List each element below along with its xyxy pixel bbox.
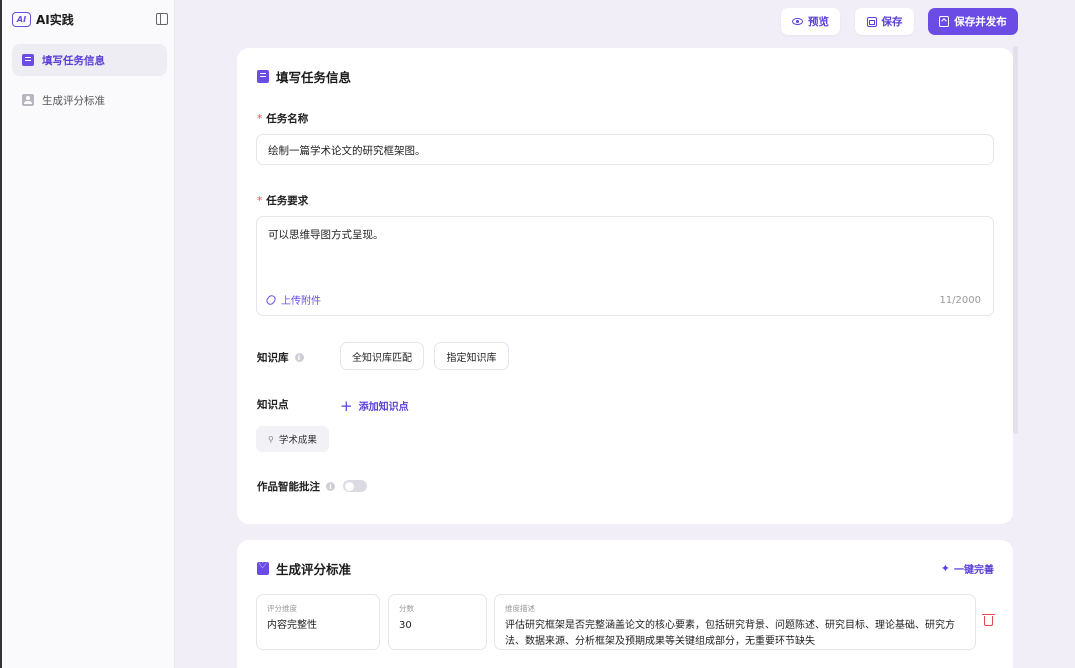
save-icon bbox=[866, 16, 877, 27]
task-name-input[interactable]: 绘制一篇学术论文的研究框架图。 bbox=[256, 134, 994, 165]
task-info-title: 填写任务信息 bbox=[276, 70, 352, 85]
document-icon bbox=[22, 54, 34, 66]
save-publish-button-label: 保存并发布 bbox=[954, 16, 1007, 28]
logo-icon: AI bbox=[12, 11, 31, 27]
task-requirement-textarea[interactable]: 可以思维导图方式呈现。 上传附件 11/2000 bbox=[256, 216, 994, 316]
scrollbar[interactable] bbox=[1013, 46, 1018, 434]
app-title: AI实践 bbox=[36, 12, 74, 27]
node-icon: ⚲ bbox=[268, 434, 274, 444]
score-field[interactable]: 分数 30 bbox=[388, 594, 487, 650]
preview-button[interactable]: 预览 bbox=[781, 8, 840, 35]
sparkle-icon: ✦ bbox=[940, 562, 950, 575]
task-info-card: 填写任务信息 * 任务名称 绘制一篇学术论文的研究框架图。 * 任务要求 可以思维导… bbox=[237, 48, 1013, 524]
publish-icon bbox=[939, 16, 950, 27]
dimension-field[interactable]: 评分维度 内容完整性 bbox=[256, 594, 380, 650]
add-knowledge-point-button[interactable]: + 添加知识点 bbox=[340, 398, 409, 413]
sidebar-item-task-info[interactable]: 填写任务信息 bbox=[12, 44, 167, 76]
kb-option-specified[interactable]: 指定知识库 bbox=[434, 342, 509, 370]
sidebar-item-label: 生成评分标准 bbox=[42, 94, 105, 107]
kb-option-all[interactable]: 全知识库匹配 bbox=[340, 342, 424, 370]
upload-attachment-link[interactable]: 上传附件 bbox=[264, 292, 321, 307]
description-caption: 维度描述 bbox=[505, 604, 535, 613]
paperclip-icon bbox=[264, 293, 278, 306]
score-value: 30 bbox=[399, 620, 412, 631]
sidebar: AI AI实践 填写任务信息 生成评分标准 bbox=[2, 0, 175, 668]
char-counter: 11/2000 bbox=[939, 295, 981, 306]
sidebar-item-label: 填写任务信息 bbox=[42, 54, 105, 67]
save-button-label: 保存 bbox=[881, 16, 903, 28]
save-publish-button[interactable]: 保存并发布 bbox=[928, 8, 1018, 35]
knowledge-point-label: 知识点 bbox=[257, 399, 289, 411]
knowledge-base-label: 知识库 i bbox=[257, 350, 304, 365]
one-click-complete-button[interactable]: ✦ 一键完善 bbox=[941, 561, 994, 576]
knowledge-point-tag[interactable]: ⚲ 学术成果 bbox=[256, 426, 329, 452]
info-icon[interactable]: i bbox=[294, 353, 304, 362]
task-name-label: * 任务名称 bbox=[257, 113, 309, 125]
sidebar-collapse-icon[interactable] bbox=[156, 13, 168, 25]
smart-annotation-label: 作品智能批注 i bbox=[257, 479, 335, 494]
plus-icon: + bbox=[340, 396, 353, 415]
required-mark: * bbox=[257, 195, 263, 207]
save-button[interactable]: 保存 bbox=[855, 8, 914, 35]
info-icon[interactable]: i bbox=[326, 482, 335, 491]
document-icon bbox=[257, 70, 269, 83]
score-caption: 分数 bbox=[399, 604, 414, 613]
eye-icon bbox=[792, 18, 803, 25]
task-name-value: 绘制一篇学术论文的研究框架图。 bbox=[268, 145, 426, 157]
rubric-title: 生成评分标准 bbox=[276, 562, 352, 577]
task-requirement-label: * 任务要求 bbox=[257, 195, 309, 207]
preview-button-label: 预览 bbox=[808, 16, 829, 28]
smart-annotation-toggle[interactable] bbox=[343, 480, 367, 492]
dimension-value: 内容完整性 bbox=[267, 620, 317, 631]
logo-row: AI AI实践 bbox=[12, 10, 168, 28]
trash-icon[interactable] bbox=[982, 614, 995, 626]
task-requirement-value: 可以思维导图方式呈现。 bbox=[268, 229, 384, 241]
sidebar-item-rubric[interactable]: 生成评分标准 bbox=[12, 84, 167, 116]
task-info-header: 填写任务信息 bbox=[257, 67, 351, 86]
required-mark: * bbox=[257, 113, 263, 125]
rubric-header: 生成评分标准 bbox=[257, 559, 351, 578]
description-value: 评估研究框架是否完整涵盖论文的核心要素，包括研究背景、问题陈述、研究目标、理论基… bbox=[505, 620, 955, 647]
user-card-icon bbox=[22, 94, 34, 106]
description-field[interactable]: 维度描述 评估研究框架是否完整涵盖论文的核心要素，包括研究背景、问题陈述、研究目… bbox=[494, 594, 976, 650]
dimension-caption: 评分维度 bbox=[267, 604, 297, 613]
heart-icon bbox=[257, 560, 269, 575]
rubric-card: 生成评分标准 ✦ 一键完善 评分维度 内容完整性 分数 30 维度描述 评估研究… bbox=[237, 540, 1013, 668]
